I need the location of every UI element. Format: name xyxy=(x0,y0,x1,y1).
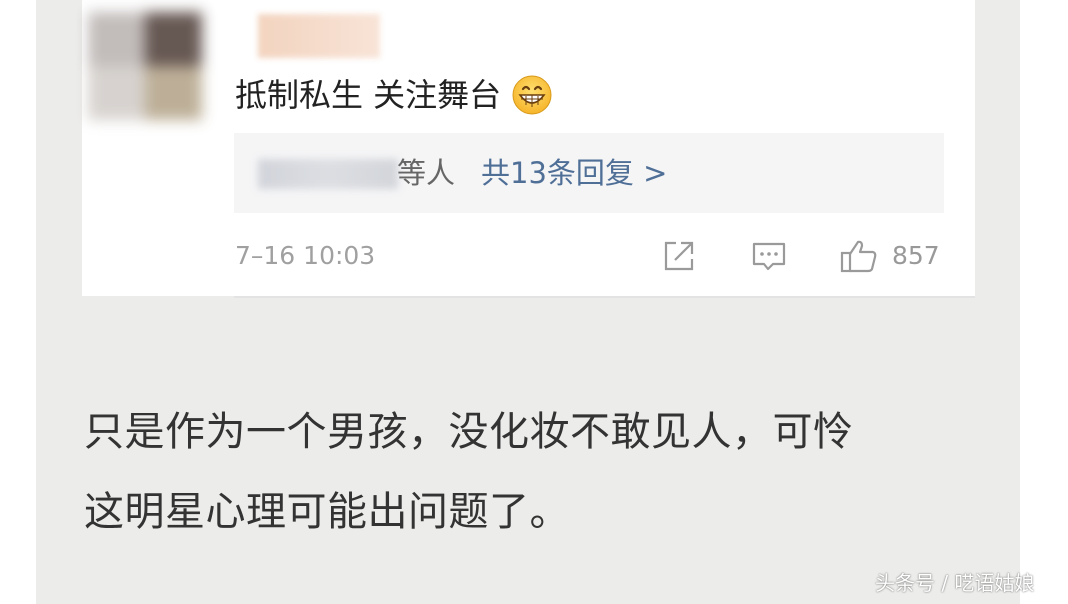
view-replies-link[interactable]: 共13条回复 > xyxy=(481,153,667,193)
avatar-pixel xyxy=(88,66,145,120)
reply-summary-box[interactable]: 等人 共13条回复 > xyxy=(234,133,944,213)
comment-timestamp: 7–16 10:03 xyxy=(235,241,376,270)
reply-summary-suffix: 等人 xyxy=(397,156,456,190)
watermark: 头条号 / 呓语姑娘 xyxy=(875,571,1035,595)
comment-icon[interactable] xyxy=(751,238,787,274)
avatar-pixel xyxy=(88,12,145,66)
article-text-line: 这明星心理可能出问题了。 xyxy=(84,489,570,535)
like-count: 857 xyxy=(892,241,940,270)
article-text-line: 只是作为一个男孩，没化妆不敢见人，可怜 xyxy=(84,409,854,455)
avatar-pixel xyxy=(145,66,202,120)
username-redacted[interactable] xyxy=(258,14,380,58)
thumbs-up-icon[interactable] xyxy=(840,238,877,274)
comment-text: 抵制私生 关注舞台 xyxy=(235,76,502,114)
divider xyxy=(234,296,975,298)
comment-body: 抵制私生 关注舞台 xyxy=(235,70,553,120)
share-icon[interactable] xyxy=(661,238,697,274)
avatar[interactable] xyxy=(88,12,202,120)
replier-name-redacted xyxy=(258,159,398,189)
avatar-pixel xyxy=(145,12,202,66)
grinning-face-icon xyxy=(511,74,553,116)
